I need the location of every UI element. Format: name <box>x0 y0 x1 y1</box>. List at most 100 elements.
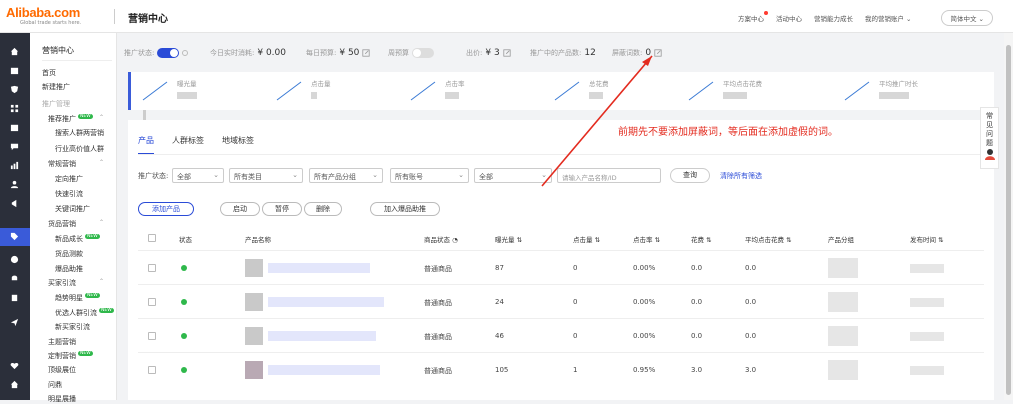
chart-icon[interactable] <box>9 160 20 171</box>
user-icon[interactable] <box>9 179 20 190</box>
col-cpc[interactable]: 平均点击花费 ⇅ <box>745 234 792 244</box>
sidebar-item-quick-traffic[interactable]: 快速引流 <box>55 189 83 199</box>
product-thumbnail[interactable] <box>245 293 263 313</box>
publish-time-blurred <box>910 298 944 309</box>
sidebar-item-top-booth[interactable]: 顶级展位 <box>48 365 76 375</box>
home-icon[interactable] <box>9 46 20 57</box>
shield-icon[interactable] <box>9 84 20 95</box>
metric-card[interactable]: 曝光量 <box>131 72 265 110</box>
tab-crowd-tags[interactable]: 人群标签 <box>172 135 204 155</box>
tab-products[interactable]: 产品 <box>138 135 154 155</box>
metric-card[interactable]: 平均点击花费 <box>677 72 811 110</box>
row-checkbox[interactable] <box>148 332 156 342</box>
nav-activity-center[interactable]: 活动中心 <box>776 13 802 23</box>
search-button[interactable]: 查询 <box>670 168 710 183</box>
sidebar-item-regular[interactable]: 常规营销 ⌃ <box>48 159 113 169</box>
add-product-button[interactable]: 添加产品 <box>138 202 194 216</box>
metric-card[interactable]: 点击量 <box>265 72 399 110</box>
bell-icon[interactable] <box>9 273 20 284</box>
nav-solution-center[interactable]: 方案中心 <box>738 11 768 23</box>
clear-filters-link[interactable]: 清除所有筛选 <box>720 171 762 181</box>
sidebar-item-recommended[interactable]: 推荐推广 NEW ⌃ <box>48 114 113 124</box>
metric-card[interactable]: 平均推广时长 <box>833 72 967 110</box>
send-icon[interactable] <box>9 317 20 328</box>
smart-budget-toggle[interactable] <box>412 48 434 58</box>
language-select[interactable]: 简体中文 ⌄ <box>941 10 993 26</box>
product-name-blurred[interactable] <box>268 365 380 377</box>
sidebar-item-theme[interactable]: 主题营销 <box>48 337 76 347</box>
metric-card[interactable]: 点击率 <box>399 72 533 110</box>
col-clicks[interactable]: 点击量 ⇅ <box>573 234 600 244</box>
metric-value-blurred <box>311 92 317 99</box>
col-cost[interactable]: 花费 ⇅ <box>691 234 712 244</box>
table-row[interactable]: 普通商品 24 0 0.00% 0.0 0.0 <box>138 284 984 318</box>
product-name-blurred[interactable] <box>268 331 376 343</box>
tab-region-tags[interactable]: 地域标签 <box>222 135 254 155</box>
product-thumbnail[interactable] <box>245 259 263 279</box>
impressions: 105 <box>495 366 509 374</box>
sidebar-item-star-show[interactable]: 明星展播 <box>48 394 76 404</box>
sidebar-item-new-buyer[interactable]: 新买家引流 <box>55 322 90 332</box>
home-icon[interactable] <box>9 379 20 390</box>
grid-icon[interactable] <box>9 103 20 114</box>
row-checkbox[interactable] <box>148 366 156 376</box>
product-thumbnail[interactable] <box>245 327 263 347</box>
heart-icon[interactable] <box>9 360 20 371</box>
chevron-up-icon: ⌃ <box>98 219 104 226</box>
promo-status-toggle[interactable] <box>157 48 180 58</box>
col-publish-time[interactable]: 发布时间 ⇅ <box>910 234 944 244</box>
sidebar-item-preferred[interactable]: 优选人群引流 NEW <box>55 308 114 318</box>
marketing-icon[interactable] <box>9 198 20 209</box>
table-row[interactable]: 普通商品 87 0 0.00% 0.0 0.0 <box>138 250 984 284</box>
sidebar-item-keyword[interactable]: 关键词推广 <box>55 204 90 214</box>
table-row[interactable]: 普通商品 46 0 0.00% 0.0 0.0 <box>138 318 984 352</box>
globe-icon[interactable] <box>9 254 20 265</box>
sidebar-item-industry-crowd[interactable]: 行业高价值人群 <box>55 144 104 154</box>
alibaba-logo[interactable]: Alibaba.com Global trade starts here. <box>6 6 108 28</box>
sidebar-item-trend[interactable]: 趋势明星 NEW <box>55 293 100 303</box>
calendar-icon[interactable] <box>9 122 20 133</box>
sidebar-item-boost[interactable]: 爆品助推 <box>55 264 83 274</box>
sidebar-item-new-promo[interactable]: 新建推广 <box>42 82 70 92</box>
product-name-blurred[interactable] <box>268 263 370 275</box>
chevron-up-icon: ⌃ <box>98 278 104 285</box>
store-icon[interactable] <box>9 65 20 76</box>
col-impressions[interactable]: 曝光量 ⇅ <box>495 234 522 244</box>
select-all-checkbox[interactable] <box>148 234 156 244</box>
sidebar-item-new-growth[interactable]: 新品成长 NEW <box>55 234 100 244</box>
category-select[interactable]: 所有类目 ⌄ <box>229 168 303 183</box>
chevron-down-icon: ⌄ <box>458 171 464 179</box>
pause-button[interactable]: 暂停 <box>262 202 302 216</box>
faq-tab[interactable]: 常 见 问 题 <box>980 107 999 169</box>
edit-icon[interactable] <box>503 49 511 57</box>
table-row[interactable]: 普通商品 105 1 0.95% 3.0 3.0 <box>138 352 984 386</box>
col-ctr[interactable]: 点击率 ⇅ <box>633 234 660 244</box>
sidebar-item-targeted[interactable]: 定向推广 <box>55 174 83 184</box>
sidebar-item-home[interactable]: 首页 <box>42 68 56 78</box>
sidebar-item-search-crowd[interactable]: 搜索人群两营销 <box>55 128 104 138</box>
scrollbar-thumb[interactable] <box>1006 45 1011 395</box>
product-thumbnail[interactable] <box>245 361 263 381</box>
account-select[interactable]: 所有账号 ⌄ <box>390 168 469 183</box>
message-icon[interactable] <box>9 141 20 152</box>
nav-my-account[interactable]: 我的营销账户 ⌄ <box>865 13 912 23</box>
group-select[interactable]: 所有产品分组 ⌄ <box>309 168 383 183</box>
enable-button[interactable]: 启动 <box>220 202 260 216</box>
boost-button[interactable]: 加入爆品助推 <box>370 202 440 216</box>
edit-icon[interactable] <box>362 49 371 57</box>
nav-growth[interactable]: 营销能力成长 <box>814 13 853 23</box>
row-checkbox[interactable] <box>148 264 156 274</box>
sidebar-item-goods[interactable]: 货品营销 ⌃ <box>48 219 113 229</box>
col-status: 状态 <box>179 236 192 244</box>
tag-icon[interactable] <box>9 231 20 242</box>
sidebar-item-test[interactable]: 货品测款 <box>55 249 83 259</box>
product-name-blurred[interactable] <box>268 297 384 309</box>
delete-button[interactable]: 删除 <box>304 202 342 216</box>
sidebar-item-buyer[interactable]: 买家引流 ⌃ <box>48 278 113 288</box>
sidebar-item-custom[interactable]: 定制营销 NEW <box>48 351 93 361</box>
sidebar-item-wending[interactable]: 问鼎 <box>48 380 62 390</box>
status-filter-select[interactable]: 全部 ⌄ <box>172 168 224 183</box>
page-scrollbar[interactable] <box>1004 33 1013 400</box>
building-icon[interactable] <box>9 292 20 303</box>
row-checkbox[interactable] <box>148 298 156 308</box>
